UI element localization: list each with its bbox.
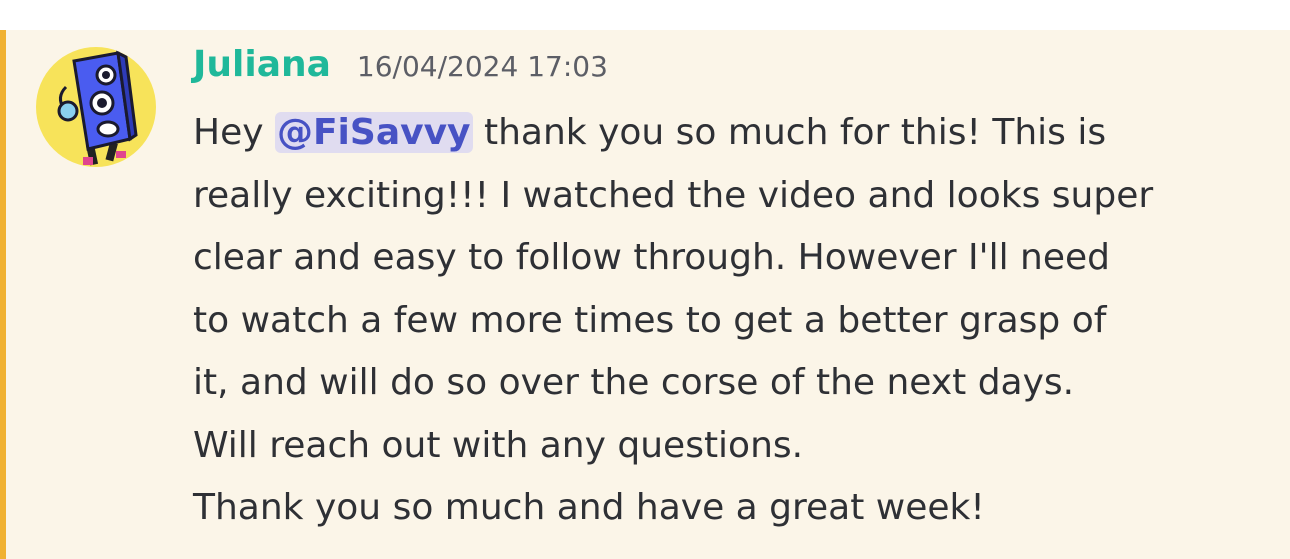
message-content: Hey @FiSavvy thank you so much for this!… <box>193 102 1273 540</box>
message-line: Will reach out with any questions. <box>193 424 804 466</box>
message-line: really exciting!!! I watched the video a… <box>193 174 1154 216</box>
message-line: Thank you so much and have a great week! <box>193 487 985 528</box>
message-line: clear and easy to follow through. Howeve… <box>193 237 1110 278</box>
user-avatar[interactable] <box>36 47 156 167</box>
mention-highlight-bar <box>0 30 6 559</box>
message-line: it, and will do so over the corse of the… <box>193 362 1075 403</box>
message-line: Hey @FiSavvy thank you so much for this!… <box>193 102 1273 165</box>
message-timestamp: 16/04/2024 17:03 <box>356 50 608 83</box>
message-text: thank you so much for this! This is <box>472 112 1107 153</box>
message-text: Hey <box>193 112 275 153</box>
author-username[interactable]: Juliana <box>193 44 331 85</box>
message-line: to watch a few more times to get a bette… <box>193 299 1107 341</box>
chat-message: Juliana 16/04/2024 17:03 Hey @FiSavvy th… <box>0 30 1290 559</box>
message-header: Juliana 16/04/2024 17:03 <box>193 44 608 85</box>
speaker-character-avatar-icon <box>57 50 138 166</box>
user-mention[interactable]: @FiSavvy <box>274 112 473 153</box>
